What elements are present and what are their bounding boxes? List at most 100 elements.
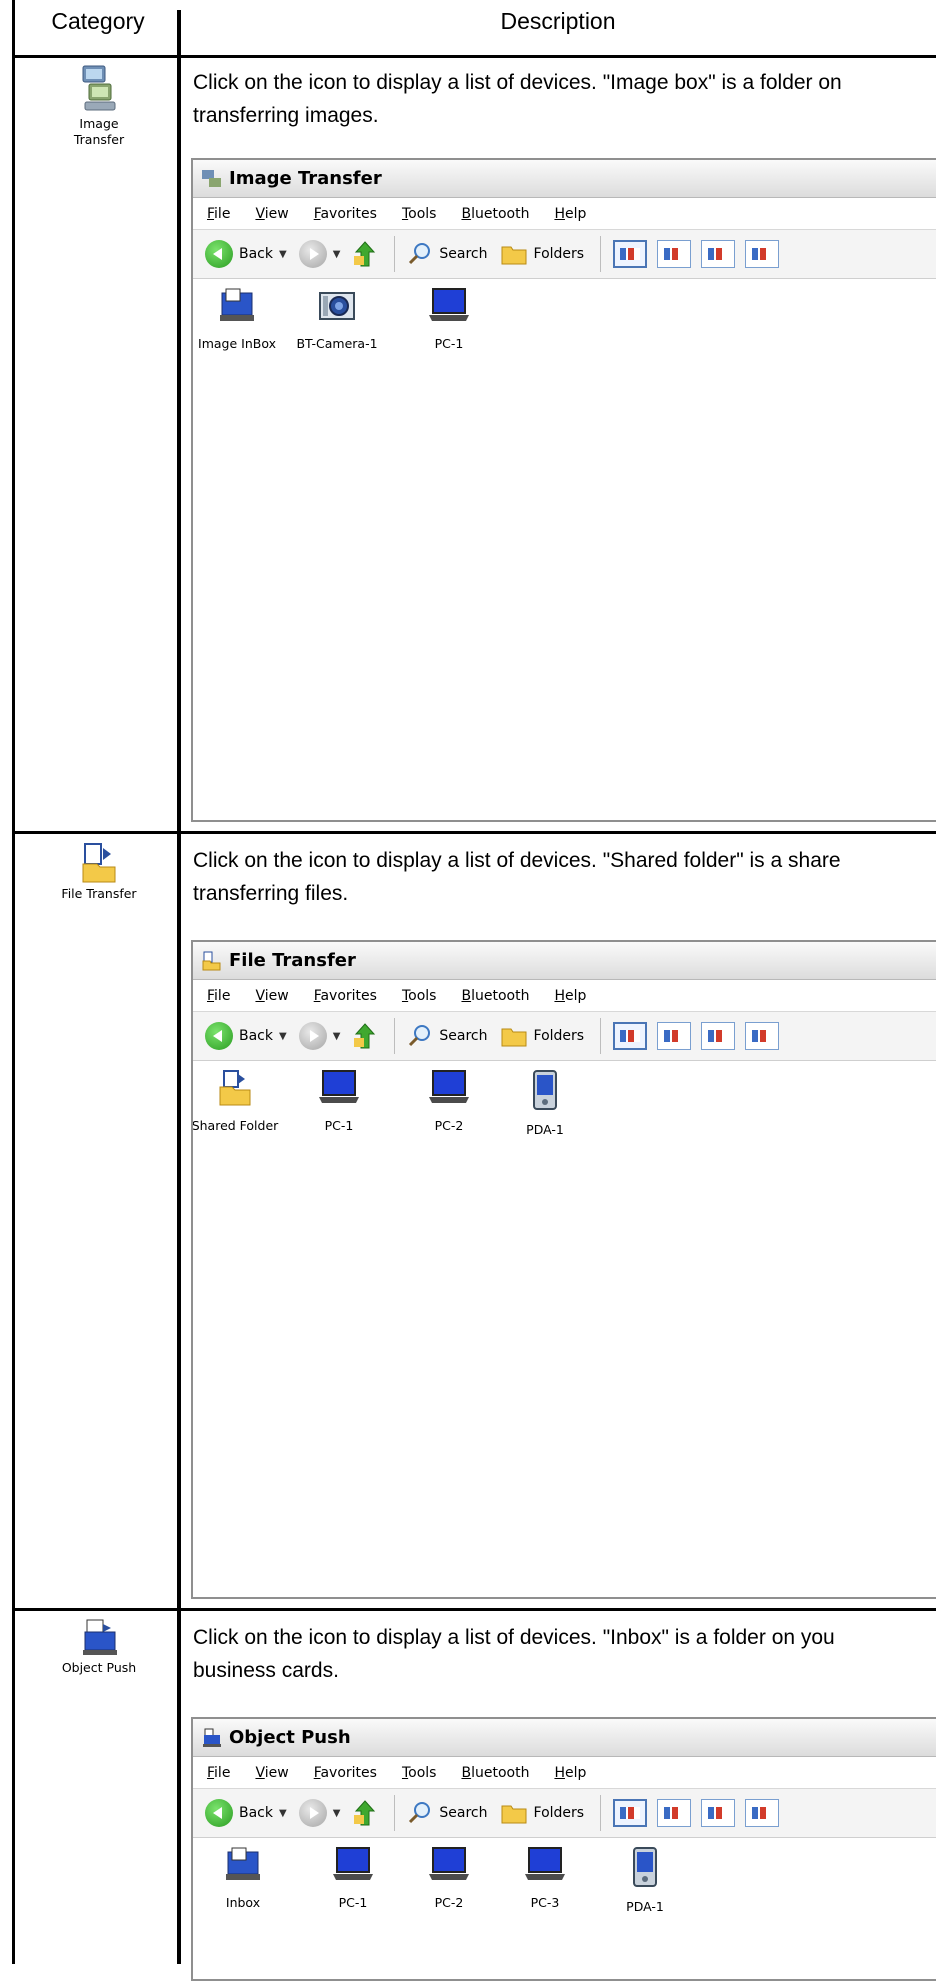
window-titlebar: Object Push: [193, 1719, 936, 1757]
view-details-button[interactable]: [745, 1022, 780, 1050]
search-button[interactable]: Search: [407, 1800, 488, 1826]
folders-button[interactable]: Folders: [500, 242, 584, 266]
chevron-down-icon[interactable]: ▼: [333, 1031, 341, 1042]
view-tiles-button[interactable]: [613, 1022, 648, 1050]
menu-tools[interactable]: Tools: [402, 1765, 437, 1781]
explorer-window-image-transfer: Image Transfer File View Favorites Tools…: [191, 158, 936, 822]
menu-file[interactable]: File: [207, 206, 230, 222]
device-item-pc-3[interactable]: PC-3: [497, 1846, 593, 1910]
view-icons-button[interactable]: [657, 1799, 692, 1827]
file-transfer-icon: [82, 843, 116, 883]
device-item-shared-folder[interactable]: Shared Folder: [193, 1069, 283, 1133]
category-label: File Transfer: [61, 886, 137, 901]
chevron-down-icon[interactable]: ▼: [333, 249, 341, 260]
laptop-icon: [525, 1847, 565, 1880]
shared-folder-icon: [219, 1070, 251, 1106]
device-item-pc-2[interactable]: PC-2: [401, 1069, 497, 1133]
menu-help[interactable]: Help: [554, 206, 586, 222]
category-cell-file-transfer: File Transfer: [24, 842, 174, 902]
forward-arrow-icon: [298, 1022, 327, 1050]
menu-file[interactable]: File: [207, 1765, 230, 1781]
menu-favorites[interactable]: Favorites: [314, 1765, 377, 1781]
file-transfer-icon: [202, 951, 221, 970]
image-transfer-icon: [82, 65, 116, 111]
chevron-down-icon[interactable]: ▼: [279, 1031, 287, 1042]
menu-bluetooth[interactable]: Bluetooth: [461, 988, 529, 1004]
pda-icon: [633, 1847, 657, 1887]
back-button[interactable]: Back ▼: [205, 1022, 287, 1050]
image-transfer-icon: [202, 169, 221, 187]
up-folder-icon: [354, 241, 376, 267]
image-inbox-icon: [220, 288, 254, 321]
search-icon: [409, 243, 431, 265]
chevron-down-icon[interactable]: ▼: [333, 1808, 341, 1819]
forward-button[interactable]: ▼: [298, 1799, 341, 1827]
view-list-button[interactable]: [701, 240, 736, 268]
object-push-icon: [83, 1619, 117, 1655]
device-item-pc-2[interactable]: PC-2: [401, 1846, 497, 1910]
up-button[interactable]: [352, 240, 378, 268]
view-list-button[interactable]: [701, 1799, 736, 1827]
folder-icon: [501, 1028, 527, 1047]
back-button[interactable]: Back ▼: [205, 1799, 287, 1827]
device-item-pda-1[interactable]: PDA-1: [497, 1069, 593, 1137]
back-button[interactable]: Back ▼: [205, 240, 287, 268]
view-details-button[interactable]: [745, 1799, 780, 1827]
column-header-description: Description: [500, 8, 616, 34]
chevron-down-icon[interactable]: ▼: [279, 1808, 287, 1819]
device-item-inbox[interactable]: Inbox: [195, 1846, 291, 1910]
device-item-pc-1[interactable]: PC-1: [305, 1846, 401, 1910]
laptop-icon: [333, 1847, 373, 1880]
menu-tools[interactable]: Tools: [402, 206, 437, 222]
forward-button[interactable]: ▼: [298, 1022, 341, 1050]
view-icons-button[interactable]: [657, 1022, 692, 1050]
search-button[interactable]: Search: [407, 241, 488, 267]
folder-icon: [501, 1805, 527, 1824]
toolbar-separator: [600, 1018, 602, 1054]
back-arrow-icon: [205, 240, 233, 268]
view-tiles-button[interactable]: [613, 1799, 648, 1827]
device-item-image-inbox[interactable]: Image InBox: [193, 287, 285, 351]
menu-favorites[interactable]: Favorites: [314, 206, 377, 222]
up-button[interactable]: [352, 1799, 378, 1827]
laptop-icon: [429, 1847, 469, 1880]
category-cell-image-transfer: Image Transfer: [24, 62, 174, 147]
forward-button[interactable]: ▼: [298, 240, 341, 268]
inbox-icon: [226, 1847, 260, 1880]
toolbar-separator: [394, 1018, 396, 1054]
view-list-button[interactable]: [701, 1022, 736, 1050]
view-tiles-button[interactable]: [613, 240, 648, 268]
view-details-button[interactable]: [745, 240, 780, 268]
description-text: Click on the icon to display a list of d…: [193, 849, 841, 905]
up-button[interactable]: [352, 1022, 378, 1050]
menu-bluetooth[interactable]: Bluetooth: [461, 206, 529, 222]
menu-bluetooth[interactable]: Bluetooth: [461, 1765, 529, 1781]
category-label: Image Transfer: [73, 116, 125, 147]
toolbar-separator: [600, 236, 602, 272]
object-push-icon: [203, 1728, 221, 1747]
menu-view[interactable]: View: [255, 1765, 288, 1781]
device-item-pc-1[interactable]: PC-1: [291, 1069, 387, 1133]
menu-view[interactable]: View: [255, 206, 288, 222]
menu-favorites[interactable]: Favorites: [314, 988, 377, 1004]
row-divider: [12, 55, 936, 58]
device-item-pc-1[interactable]: PC-1: [401, 287, 497, 351]
menu-help[interactable]: Help: [554, 1765, 586, 1781]
menu-file[interactable]: File: [207, 988, 230, 1004]
folder-icon: [501, 246, 527, 265]
chevron-down-icon[interactable]: ▼: [279, 249, 287, 260]
menu-tools[interactable]: Tools: [402, 988, 437, 1004]
folders-button[interactable]: Folders: [500, 1801, 584, 1825]
menu-help[interactable]: Help: [554, 988, 586, 1004]
menu-bar: File View Favorites Tools Bluetooth Help: [193, 980, 936, 1012]
search-button[interactable]: Search: [407, 1023, 488, 1049]
menu-view[interactable]: View: [255, 988, 288, 1004]
toolbar-separator: [600, 1795, 602, 1831]
menu-bar: File View Favorites Tools Bluetooth Help: [193, 1757, 936, 1789]
view-icons-button[interactable]: [657, 240, 692, 268]
pda-icon: [533, 1070, 557, 1110]
window-title: Image Transfer: [229, 168, 382, 189]
device-item-pda-1[interactable]: PDA-1: [597, 1846, 693, 1914]
folders-button[interactable]: Folders: [500, 1024, 584, 1048]
device-item-camera[interactable]: BT-Camera-1: [289, 287, 385, 351]
